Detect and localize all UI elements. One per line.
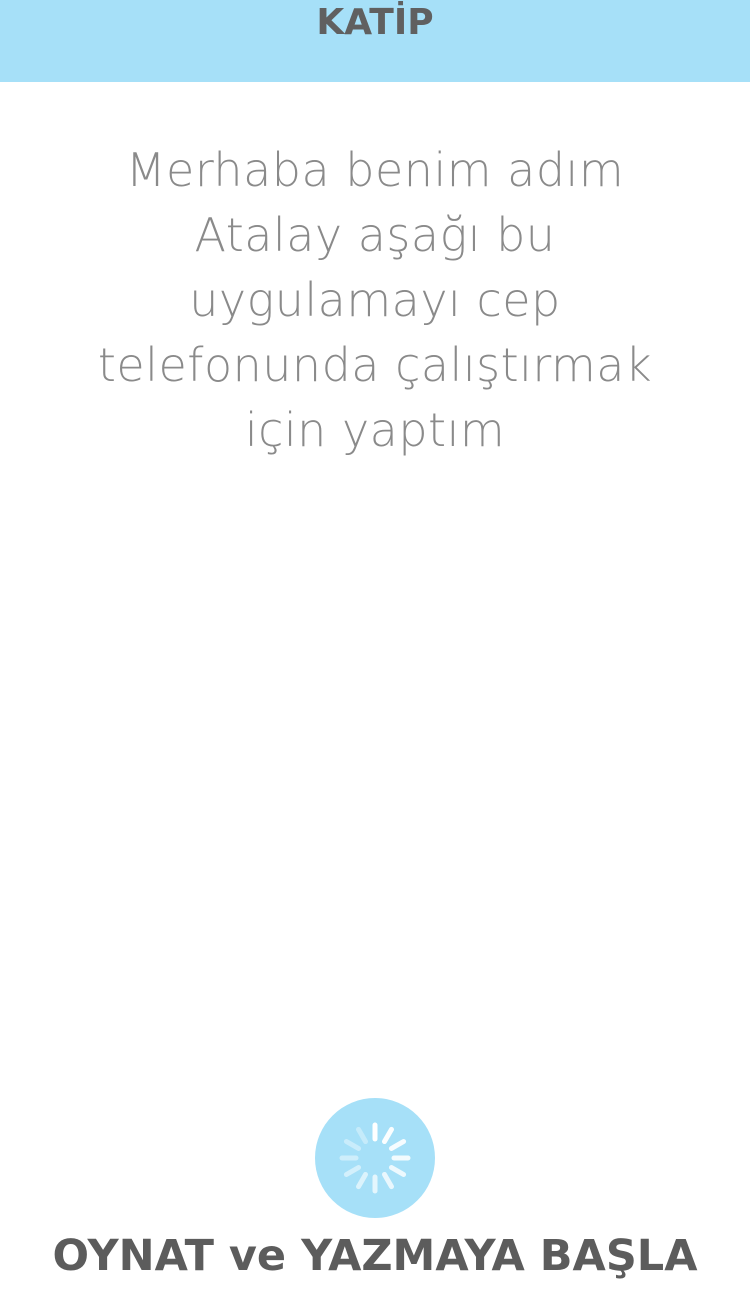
play-button[interactable]: [315, 1098, 435, 1218]
header-bar: KATİP: [0, 0, 750, 82]
intro-text: Merhaba benim adım Atalay aşağı bu uygul…: [97, 143, 653, 457]
loading-spinner-icon: [339, 1122, 411, 1194]
start-button[interactable]: OYNAT ve YAZMAYA BAŞLA: [0, 1226, 750, 1286]
app-title: KATİP: [316, 2, 434, 43]
